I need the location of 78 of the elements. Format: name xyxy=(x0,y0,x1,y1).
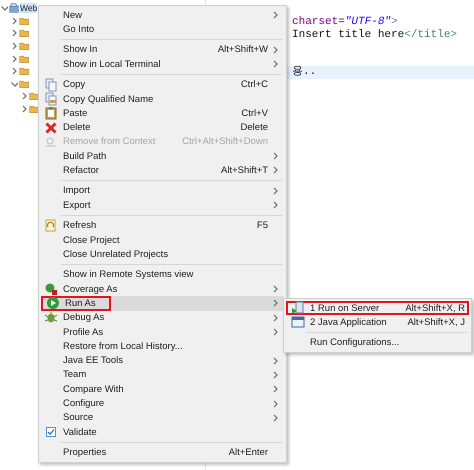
menu-item-label: Run As xyxy=(64,298,97,309)
menu-item-label: 1 Run on Server xyxy=(309,302,380,314)
menu-item[interactable]: Run Configurations... xyxy=(286,336,469,350)
code-token: Insert title here xyxy=(292,28,404,40)
code-token: </title> xyxy=(404,28,458,40)
refresh-icon xyxy=(44,218,58,233)
code-token: "UTF-8" xyxy=(344,16,392,28)
menu-item[interactable]: Show in Remote Systems view xyxy=(41,268,284,282)
copy-icon xyxy=(44,78,58,92)
menu-item[interactable]: Coverage As xyxy=(41,282,284,296)
menu-item[interactable]: Debug As xyxy=(41,310,284,325)
clipboard-icon xyxy=(44,106,58,120)
menu-item[interactable]: 1 Run on Server Alt+Shift+X, R xyxy=(286,301,469,316)
folder-icon xyxy=(19,16,29,26)
menu-item[interactable]: Close Project xyxy=(41,232,284,248)
application-window-icon xyxy=(291,315,305,330)
code-token: > xyxy=(391,16,398,28)
menu-item[interactable]: Close Unrelated Projects xyxy=(41,247,284,262)
run-icon xyxy=(46,296,60,310)
expand-chevron-icon[interactable] xyxy=(10,16,18,26)
menu-item[interactable]: Go Into xyxy=(41,22,284,37)
menu-item[interactable]: Paste Ctrl+V xyxy=(41,106,284,120)
menu-item[interactable]: Show In Alt+Shift+W xyxy=(41,42,284,58)
code-token: charset xyxy=(292,16,338,28)
menu-item[interactable]: New xyxy=(41,8,284,22)
folder-icon xyxy=(19,66,29,76)
folder-icon xyxy=(19,78,29,89)
expand-chevron-icon[interactable] xyxy=(10,54,18,64)
menu-item[interactable]: Copy Ctrl+C xyxy=(41,78,284,92)
expand-chevron-icon[interactable] xyxy=(10,66,18,76)
menu-item[interactable]: Compare With xyxy=(41,382,284,396)
menu-item[interactable]: Show in Local Terminal xyxy=(41,57,284,72)
checkbox[interactable] xyxy=(46,427,56,438)
menu-item[interactable]: Profile As xyxy=(41,324,284,340)
menu-item[interactable]: Configure xyxy=(41,396,284,411)
menu-item[interactable]: Export xyxy=(41,198,284,212)
project-icon xyxy=(9,3,19,14)
server-run-icon xyxy=(291,301,305,316)
code-token: = xyxy=(338,16,345,28)
folder-icon xyxy=(19,41,29,52)
shortcut-label: Alt+Shift+X, J xyxy=(407,316,466,328)
copy-icon xyxy=(44,92,58,106)
shortcut-label: Alt+Shift+W xyxy=(218,44,269,56)
shortcut-label: F5 xyxy=(256,220,269,232)
shortcut-label: Delete xyxy=(240,122,269,134)
menu-item[interactable]: 2 Java Application Alt+Shift+X, J xyxy=(286,315,469,330)
expand-chevron-icon[interactable] xyxy=(20,104,28,114)
coverage-icon xyxy=(44,282,58,296)
shortcut-label: Ctrl+V xyxy=(241,108,269,119)
menu-item[interactable]: Restore from Local History... xyxy=(41,339,284,354)
shortcut-label: Alt+Shift+X, R xyxy=(405,302,466,314)
expand-chevron-icon[interactable] xyxy=(20,91,28,102)
shortcut-label: Alt+Shift+T xyxy=(221,164,269,176)
menu-item[interactable]: Properties Alt+Enter xyxy=(41,445,284,460)
menu-item[interactable]: Refactor Alt+Shift+T xyxy=(41,163,284,178)
expand-chevron-icon[interactable] xyxy=(10,41,18,52)
shortcut-label: Alt+Enter xyxy=(228,447,269,458)
code-token: 용.. xyxy=(292,66,316,78)
menu-item[interactable]: Run As xyxy=(41,296,284,311)
tree-item-label[interactable]: Web xyxy=(20,3,38,14)
menu-item[interactable]: Refresh F5 xyxy=(41,218,284,233)
shortcut-label: Ctrl+Alt+Shift+Down xyxy=(182,136,269,148)
menu-item[interactable]: Import xyxy=(41,184,284,198)
menu-item[interactable]: Copy Qualified Name xyxy=(41,92,284,106)
folder-icon xyxy=(19,54,29,64)
menu-item[interactable]: Java EE Tools xyxy=(41,353,284,368)
bug-icon xyxy=(44,310,58,325)
menu-item[interactable]: Team xyxy=(41,368,284,382)
delete-icon xyxy=(44,120,58,135)
menu-item[interactable]: Source xyxy=(41,410,284,425)
menu-item[interactable]: Build Path xyxy=(41,149,284,164)
menu-item[interactable]: Validate xyxy=(41,424,284,440)
expand-chevron-icon[interactable] xyxy=(10,28,18,38)
menu-item[interactable]: Delete Delete xyxy=(41,120,284,135)
shortcut-label: Ctrl+C xyxy=(240,79,269,90)
collapse-chevron-icon[interactable] xyxy=(0,3,8,14)
remove-icon xyxy=(44,134,58,149)
folder-icon xyxy=(19,28,29,38)
